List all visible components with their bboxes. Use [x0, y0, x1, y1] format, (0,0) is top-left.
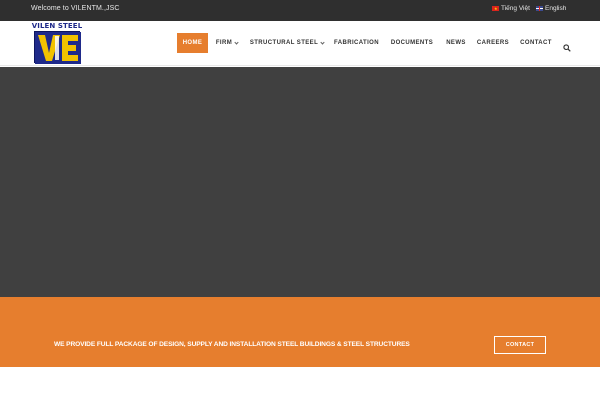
logo-mark-graphic [35, 32, 81, 64]
nav-label: CONTACT [520, 40, 552, 46]
logo-mark [34, 31, 81, 64]
vn-flag-icon [492, 5, 499, 12]
nav-structural-steel[interactable]: STRUCTURAL STEEL [249, 33, 325, 53]
contact-button[interactable]: CONTACT [494, 336, 546, 354]
language-label: English [545, 5, 567, 12]
nav-label: DOCUMENTS [390, 40, 434, 46]
nav-news[interactable]: NEWS [443, 33, 469, 53]
language-english-link[interactable]: English [536, 5, 566, 12]
uk-flag-icon [536, 6, 543, 11]
chevron-down-icon [320, 39, 325, 45]
nav-careers[interactable]: CAREERS [476, 33, 510, 53]
search-icon-graphic [563, 44, 571, 52]
content-section [0, 367, 600, 400]
chevron-down-icon [234, 39, 239, 45]
language-label: Tiếng Việt [501, 5, 530, 12]
nav-label: FABRICATION [334, 40, 379, 46]
banner-text: WE PROVIDE FULL PACKAGE OF DESIGN, SUPPL… [54, 341, 410, 348]
site-logo[interactable]: VILEN STEEL [31, 22, 83, 64]
language-vietnamese-link[interactable]: Tiếng Việt [492, 5, 530, 12]
nav-contact[interactable]: CONTACT [518, 33, 554, 53]
top-bar: Welcome to VILENTM.,JSC Tiếng Việt Engli… [0, 0, 600, 21]
call-to-action-banner: WE PROVIDE FULL PACKAGE OF DESIGN, SUPPL… [0, 297, 600, 367]
nav-fabrication[interactable]: FABRICATION [332, 33, 381, 53]
nav-label: FIRM [215, 40, 233, 46]
nav-documents[interactable]: DOCUMENTS [389, 33, 435, 53]
nav-label: NEWS [446, 40, 466, 46]
hero-slider [0, 67, 600, 297]
nav-label: STRUCTURAL STEEL [249, 40, 319, 46]
site-header: VILEN STEEL HOME FIRM STRUCTURAL STEEL F… [0, 21, 600, 66]
nav-label: HOME [182, 40, 203, 46]
search-icon[interactable] [563, 39, 571, 52]
nav-firm[interactable]: FIRM [212, 33, 242, 53]
nav-label: CAREERS [476, 40, 510, 46]
logo-text: VILEN STEEL [31, 22, 83, 30]
welcome-text: Welcome to VILENTM.,JSC [31, 5, 120, 12]
nav-home[interactable]: HOME [177, 33, 208, 53]
